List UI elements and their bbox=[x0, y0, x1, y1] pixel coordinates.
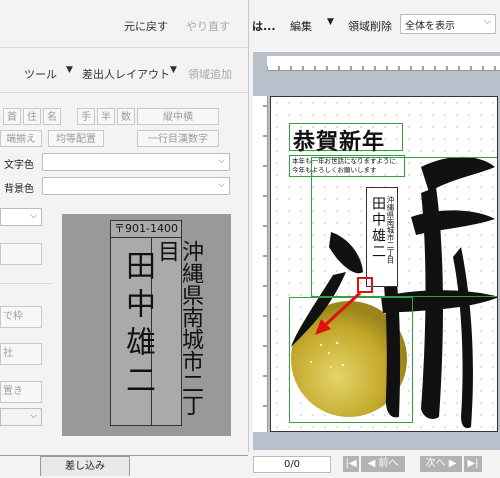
greeting-title-box[interactable]: 恭賀新年 bbox=[289, 123, 403, 155]
add-area-button[interactable]: 領域追加 bbox=[188, 66, 232, 82]
view-select-value: 全体を表示 bbox=[405, 21, 455, 32]
format-button[interactable]: 名 bbox=[43, 108, 61, 125]
format-button[interactable]: 住 bbox=[23, 108, 41, 125]
chevron-down-icon[interactable]: ▼ bbox=[66, 65, 73, 75]
side-button[interactable] bbox=[0, 243, 42, 265]
view-select[interactable]: 全体を表示 ⌵ bbox=[400, 14, 496, 34]
illustration-area[interactable] bbox=[311, 157, 497, 297]
kanji-number-button[interactable]: 一行目漢数字 bbox=[137, 130, 219, 147]
chevron-down-icon: ⌵ bbox=[218, 156, 225, 166]
align-end-button[interactable]: 端揃え bbox=[0, 130, 42, 147]
chevron-down-icon[interactable]: ▼ bbox=[327, 17, 334, 27]
placement-select[interactable]: ⌵ bbox=[0, 408, 42, 426]
first-page-button[interactable]: |◀ bbox=[343, 456, 359, 472]
mini-sender-name: 田中雄二 bbox=[370, 196, 386, 260]
name-box: 田中雄二 bbox=[111, 238, 155, 425]
toolbar-divider bbox=[0, 92, 248, 93]
vertical-ruler bbox=[253, 96, 268, 432]
redo-button[interactable]: やり直す bbox=[186, 18, 230, 34]
undo-button[interactable]: 元に戻す bbox=[124, 18, 168, 34]
pane-divider bbox=[248, 0, 249, 478]
font-select[interactable]: ⌵ bbox=[0, 208, 42, 226]
chevron-down-icon: ⌵ bbox=[218, 180, 225, 190]
sun-image-area[interactable] bbox=[289, 297, 413, 423]
chevron-down-icon: ⌵ bbox=[484, 17, 491, 27]
mini-sender-address: 沖縄県南城市二丁目 bbox=[386, 196, 395, 264]
placement-button[interactable]: 置き bbox=[0, 381, 42, 403]
sender-preview-card: 〒901-1400 田中雄二 沖縄県南城市二丁目 bbox=[110, 220, 203, 426]
tab-merge[interactable]: 差し込み bbox=[40, 456, 130, 476]
company-button[interactable]: 社 bbox=[0, 343, 42, 365]
chevron-down-icon: ⌵ bbox=[30, 411, 37, 421]
bg-color-label: 背景色 bbox=[4, 184, 34, 195]
format-button[interactable]: 半 bbox=[97, 108, 115, 125]
frame-button[interactable]: で枠 bbox=[0, 306, 42, 328]
selection-highlight bbox=[357, 277, 373, 293]
toolbar-divider bbox=[0, 47, 248, 48]
group-divider bbox=[0, 283, 52, 284]
sender-address: 沖縄県南城市二丁目 bbox=[154, 240, 203, 416]
bg-color-select[interactable]: ⌵ bbox=[42, 177, 230, 195]
justify-button[interactable]: 均等配置 bbox=[48, 130, 104, 147]
postcard-paper[interactable]: 恭賀新年 本年も一年お世話になりますように 今年もよろしくお願いします 田中雄二… bbox=[270, 96, 498, 432]
text-color-select[interactable]: ⌵ bbox=[42, 153, 230, 171]
mini-sender-box[interactable]: 田中雄二 沖縄県南城市二丁目 bbox=[366, 187, 398, 287]
postal-code: 〒901-1400 bbox=[111, 221, 181, 238]
horizontal-ruler bbox=[267, 56, 500, 71]
sender-layout-menu[interactable]: 差出人レイアウト bbox=[82, 66, 170, 82]
format-button[interactable]: 手 bbox=[77, 108, 95, 125]
vertical-horizontal-button[interactable]: 縦中横 bbox=[137, 108, 219, 125]
greeting-title: 恭賀新年 bbox=[293, 129, 386, 155]
chevron-down-icon: ⌵ bbox=[30, 211, 37, 221]
last-page-button[interactable]: ▶| bbox=[464, 456, 482, 472]
next-page-button[interactable]: 次へ ▶ bbox=[420, 456, 462, 472]
delete-area-button[interactable]: 領域削除 bbox=[348, 18, 392, 34]
format-button[interactable]: 首 bbox=[3, 108, 21, 125]
file-menu[interactable]: は... bbox=[252, 18, 276, 34]
sender-name: 田中雄二 bbox=[120, 250, 155, 402]
chevron-down-icon[interactable]: ▼ bbox=[170, 65, 177, 75]
prev-page-button[interactable]: ◀ 前へ bbox=[361, 456, 405, 472]
tool-menu[interactable]: ツール bbox=[24, 66, 57, 82]
page-indicator: 0/0 bbox=[253, 456, 331, 473]
edit-menu[interactable]: 編集 bbox=[290, 18, 312, 34]
format-button[interactable]: 数 bbox=[117, 108, 135, 125]
text-color-label: 文字色 bbox=[4, 160, 34, 171]
